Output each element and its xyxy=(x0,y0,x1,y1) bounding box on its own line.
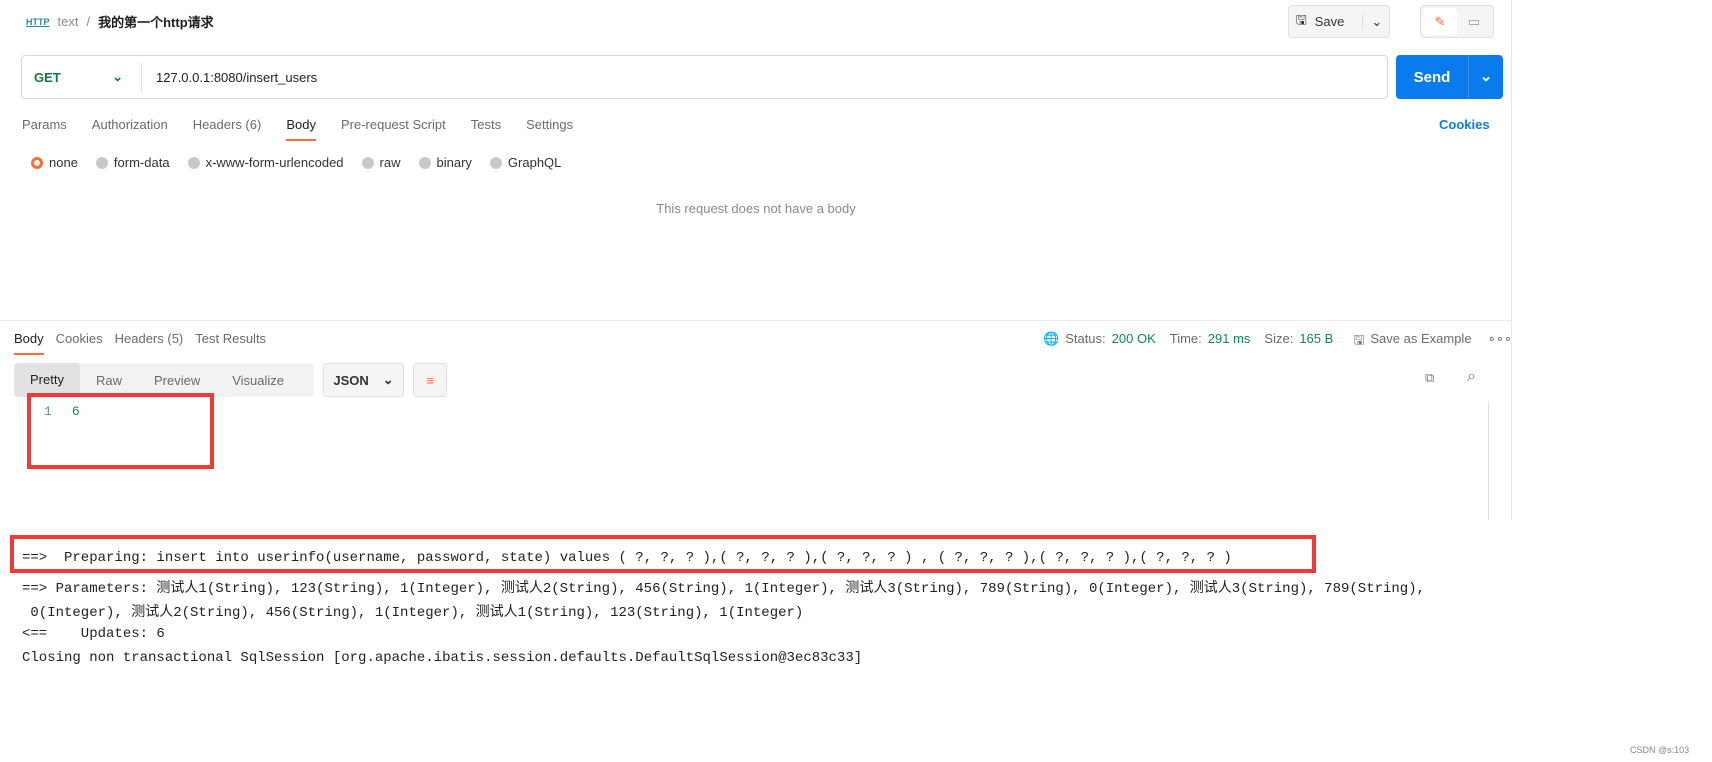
breadcrumb: HTTP text / 我的第一个http请求 xyxy=(26,12,214,31)
tab-settings[interactable]: Settings xyxy=(526,117,573,141)
tab-response-headers[interactable]: Headers (5) xyxy=(115,331,184,355)
mode-toggle: ✎ ▭ xyxy=(1420,5,1494,38)
tab-tests[interactable]: Tests xyxy=(471,117,501,141)
comment-icon[interactable]: ▭ xyxy=(1457,14,1491,30)
collection-link[interactable]: text xyxy=(58,14,79,29)
save-button[interactable]: 🖫 Save ⌄ xyxy=(1288,5,1390,38)
request-name[interactable]: 我的第一个http请求 xyxy=(98,12,214,31)
view-preview[interactable]: Preview xyxy=(138,373,216,388)
tab-body[interactable]: Body xyxy=(286,117,316,141)
status-label: Status: xyxy=(1065,331,1106,346)
chevron-down-icon[interactable]: ⌄ xyxy=(1468,55,1503,99)
radio-dot xyxy=(31,156,43,169)
view-raw[interactable]: Raw xyxy=(80,373,138,388)
chevron-down-icon: ⌄ xyxy=(382,372,394,387)
radio-dot xyxy=(489,156,502,169)
copy-icon[interactable]: ⧉ xyxy=(1425,370,1434,386)
response-meta: 🌐 Status: 200 OK Time: 291 ms Size: 165 B 🖫… xyxy=(1043,331,1512,353)
method-select[interactable]: GET ⌄ xyxy=(22,63,142,91)
radio-label: form-data xyxy=(113,155,170,170)
chevron-down-icon[interactable]: ⌄ xyxy=(1362,13,1382,30)
http-icon: HTTP xyxy=(26,16,50,27)
tab-test-results[interactable]: Test Results xyxy=(195,331,266,355)
save-label: Save xyxy=(1314,14,1345,29)
size-label: Size: xyxy=(1264,331,1294,346)
divider xyxy=(0,320,1512,321)
time-value: 291 ms xyxy=(1207,331,1251,346)
tab-headers[interactable]: Headers (6) xyxy=(193,117,262,141)
console-line: 0(Integer), 测试人2(String), 456(String), 1… xyxy=(22,605,804,621)
edit-icon[interactable]: ✎ xyxy=(1423,8,1457,35)
save-icon: 🖫 xyxy=(1295,11,1307,27)
console-line: ==> Parameters: 测试人1(String), 123(String… xyxy=(22,581,1426,597)
radio-dot xyxy=(418,156,431,169)
url-bar: GET ⌄ 127.0.0.1:8080/insert_users xyxy=(21,55,1388,99)
more-icon[interactable]: ∘∘∘ xyxy=(1488,331,1512,353)
time-label: Time: xyxy=(1169,331,1202,346)
url-input[interactable]: 127.0.0.1:8080/insert_users xyxy=(142,70,317,85)
wrap-lines-icon[interactable]: ≡ xyxy=(413,363,447,397)
send-label: Send xyxy=(1413,68,1451,86)
size-value: 165 B xyxy=(1299,331,1334,346)
radio-none[interactable]: none xyxy=(31,155,78,170)
send-button[interactable]: Send ⌄ xyxy=(1396,55,1503,99)
radio-dot xyxy=(361,156,374,169)
view-visualize[interactable]: Visualize xyxy=(216,373,300,388)
radio-form-data[interactable]: form-data xyxy=(95,155,170,170)
response-tabs: Body Cookies Headers (5) Test Results xyxy=(14,331,266,355)
chevron-down-icon: ⌄ xyxy=(112,69,123,84)
method-value: GET xyxy=(34,69,61,85)
save-as-example-button[interactable]: Save as Example xyxy=(1370,331,1471,353)
format-value: JSON xyxy=(333,372,369,388)
radio-label: raw xyxy=(379,155,401,170)
console-line: <== Updates: 6 xyxy=(22,626,165,642)
format-select[interactable]: JSON ⌄ xyxy=(323,363,404,397)
request-tabs: Params Authorization Headers (6) Body Pr… xyxy=(22,117,573,141)
status-value: 200 OK xyxy=(1111,331,1156,346)
globe-icon[interactable]: 🌐 xyxy=(1043,331,1059,353)
tab-response-cookies[interactable]: Cookies xyxy=(56,331,103,355)
console-line: ==> Preparing: insert into userinfo(user… xyxy=(22,550,1232,566)
tab-authorization[interactable]: Authorization xyxy=(92,117,168,141)
body-type-radios: none form-data x-www-form-urlencoded raw… xyxy=(31,155,561,170)
radio-label: binary xyxy=(436,155,472,170)
cookies-link[interactable]: Cookies xyxy=(1439,117,1490,132)
breadcrumb-separator: / xyxy=(86,14,91,29)
radio-raw[interactable]: raw xyxy=(361,155,401,170)
save-icon: 🖫 xyxy=(1353,332,1365,347)
radio-binary[interactable]: binary xyxy=(418,155,472,170)
radio-urlencoded[interactable]: x-www-form-urlencoded xyxy=(187,155,344,170)
radio-dot xyxy=(187,156,200,169)
search-icon[interactable]: ⌕ xyxy=(1467,368,1476,386)
radio-dot xyxy=(95,156,108,169)
view-pretty[interactable]: Pretty xyxy=(14,363,80,397)
tab-params[interactable]: Params xyxy=(22,117,67,141)
watermark: CSDN @s:103 xyxy=(1630,745,1690,755)
tab-pre-request-script[interactable]: Pre-request Script xyxy=(341,117,446,141)
radio-label: GraphQL xyxy=(507,155,562,170)
radio-label: x-www-form-urlencoded xyxy=(205,155,344,170)
no-body-message: This request does not have a body xyxy=(656,201,856,216)
radio-graphql[interactable]: GraphQL xyxy=(489,155,562,170)
radio-label: none xyxy=(49,155,78,170)
tab-response-body[interactable]: Body xyxy=(14,331,44,355)
console-line: Closing non transactional SqlSession [or… xyxy=(22,650,863,666)
scrollbar[interactable] xyxy=(1488,402,1489,520)
view-mode-selector: Pretty Raw Preview Visualize xyxy=(14,363,314,397)
highlight-box xyxy=(27,393,214,469)
